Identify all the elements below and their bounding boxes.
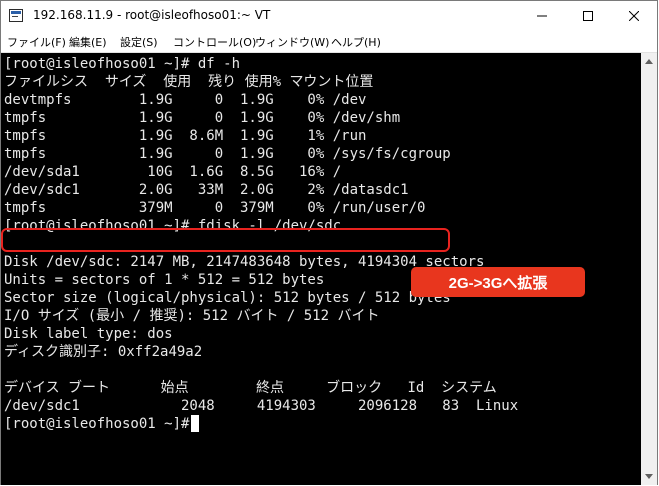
terminal-line: /dev/sdc1 2.0G 33M 2.0G 2% /datasdc1: [4, 182, 409, 198]
scroll-up-arrow-icon: [645, 59, 653, 64]
terminal-line: tmpfs 1.9G 0 1.9G 0% /dev/shm: [4, 110, 401, 126]
cursor-block: [191, 415, 200, 432]
menu-settings[interactable]: 設定(S): [120, 34, 158, 50]
terminal-line: Sector size (logical/physical): 512 byte…: [4, 290, 451, 306]
terminal-output[interactable]: [root@isleofhoso01 ~]# df -h ファイルシス サイズ …: [1, 53, 641, 485]
menu-help[interactable]: ヘルプ(H): [331, 34, 381, 50]
close-button[interactable]: [611, 1, 657, 31]
highlight-box: [1, 228, 450, 252]
terminal-line: tmpfs 379M 0 379M 0% /run/user/0: [4, 200, 426, 216]
vertical-scrollbar[interactable]: [641, 53, 657, 485]
scrollbar-track[interactable]: [641, 70, 657, 468]
scroll-down-button[interactable]: [641, 468, 657, 485]
menu-control[interactable]: コントロール(O): [173, 34, 256, 50]
window-title: 192.168.11.9 - root@isleofhoso01:~ VT: [33, 8, 271, 22]
terminal-line: ディスク識別子: 0xff2a49a2: [4, 344, 203, 360]
terminal-line: tmpfs 1.9G 8.6M 1.9G 1% /run: [4, 128, 367, 144]
menu-bar: ファイル(F) 編集(E) 設定(S) コントロール(O) ウィンドウ(W) ヘ…: [1, 31, 657, 53]
terminal-prompt-line: [root@isleofhoso01 ~]#: [4, 415, 200, 433]
minimize-icon: [537, 15, 547, 17]
terminal-line: Units = sectors of 1 * 512 = 512 bytes: [4, 272, 325, 288]
terminal-window: 192.168.11.9 - root@isleofhoso01:~ VT ファ…: [0, 0, 658, 485]
title-bar[interactable]: 192.168.11.9 - root@isleofhoso01:~ VT: [1, 1, 657, 31]
terminal-line: [root@isleofhoso01 ~]# df -h: [4, 56, 241, 72]
terminal-line: Disk label type: dos: [4, 326, 173, 342]
terminal-line: tmpfs 1.9G 0 1.9G 0% /sys/fs/cgroup: [4, 146, 451, 162]
minimize-button[interactable]: [519, 1, 565, 31]
terminal-line: devtmpfs 1.9G 0 1.9G 0% /dev: [4, 92, 367, 108]
terminal-line: /dev/sda1 10G 1.6G 8.5G 16% /: [4, 164, 342, 180]
callout-label: 2G->3Gへ拡張: [411, 267, 585, 297]
menu-window[interactable]: ウィンドウ(W): [255, 34, 329, 50]
terminal-line: /dev/sdc1 2048 4194303 2096128 83 Linux: [4, 398, 519, 414]
maximize-icon: [583, 11, 593, 21]
scroll-up-button[interactable]: [641, 53, 657, 70]
terminal-prompt: [root@isleofhoso01 ~]#: [4, 416, 190, 432]
terminal-line: ファイルシス サイズ 使用 残り 使用% マウント位置: [4, 74, 374, 90]
menu-edit[interactable]: 編集(E): [69, 34, 107, 50]
menu-file[interactable]: ファイル(F): [7, 34, 66, 50]
scroll-down-arrow-icon: [645, 474, 653, 479]
maximize-button[interactable]: [565, 1, 611, 31]
terminal-line: I/O サイズ (最小 / 推奨): 512 バイト / 512 バイト: [4, 308, 380, 324]
terminal-line: デバイス ブート 始点 終点 ブロック Id システム: [4, 380, 497, 396]
close-icon: [629, 11, 639, 21]
terminal-app-icon[interactable]: [9, 9, 23, 22]
